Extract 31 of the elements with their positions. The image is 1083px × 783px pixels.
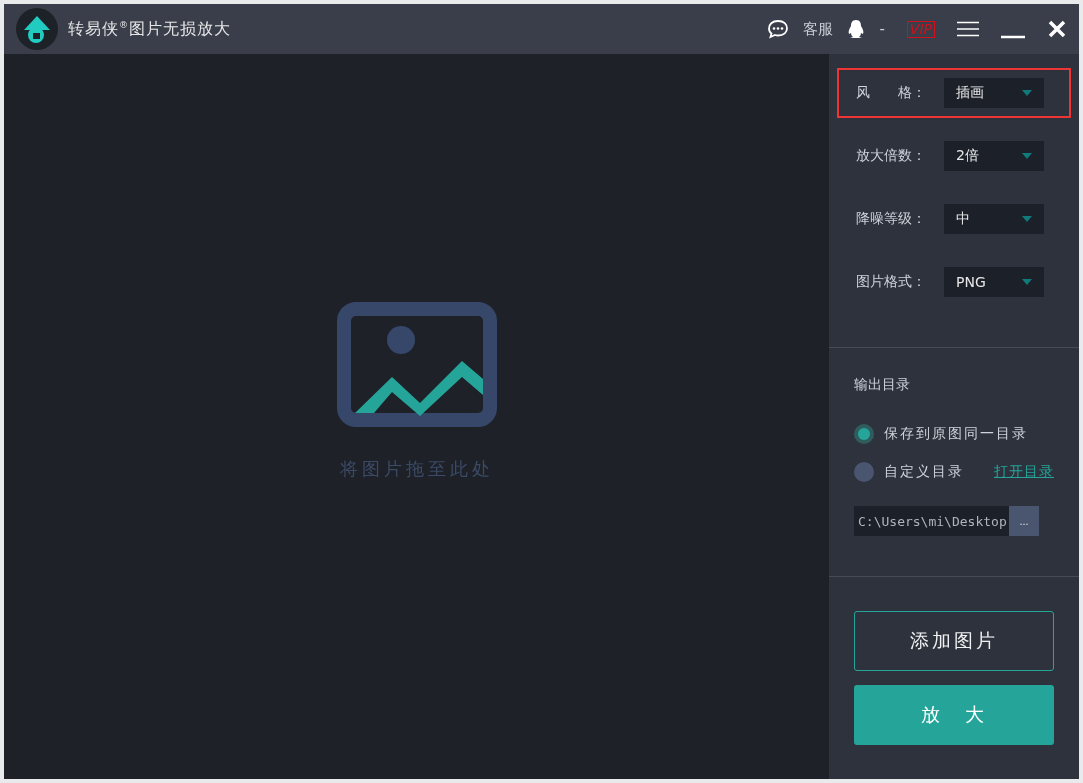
setting-label: 图片格式：	[856, 273, 927, 291]
dropdown[interactable]: 2倍	[944, 141, 1044, 171]
radio-button[interactable]	[854, 424, 874, 444]
account-label: -	[879, 20, 885, 38]
app-title: 转易侠$^{®}$图片无损放大	[68, 18, 231, 40]
setting-label: 风 格：	[856, 84, 927, 102]
add-image-button[interactable]: 添加图片	[854, 611, 1054, 671]
drop-hint: 将图片拖至此处	[339, 457, 494, 481]
menu-icon[interactable]	[957, 21, 979, 37]
setting-label: 降噪等级：	[856, 210, 927, 228]
caret-icon	[1022, 153, 1032, 159]
browse-button[interactable]: ...	[1009, 506, 1039, 536]
open-folder-link[interactable]: 打开目录	[994, 463, 1054, 481]
caret-icon	[1022, 279, 1032, 285]
penguin-icon[interactable]	[847, 19, 866, 39]
radio-button[interactable]	[854, 462, 874, 482]
option-label[interactable]: 保存到原图同一目录	[884, 425, 1028, 443]
dropdown[interactable]: 插画	[944, 78, 1044, 108]
chat-bubble-icon[interactable]	[767, 19, 790, 39]
setting-label: 放大倍数：	[856, 147, 927, 165]
path-field[interactable]: C:\Users\mi\Desktop	[854, 506, 1009, 536]
close-icon[interactable]	[1047, 19, 1067, 39]
option-label[interactable]: 自定义目录	[884, 463, 964, 481]
logo-icon	[16, 8, 58, 50]
output-heading: 输出目录	[854, 376, 911, 394]
caret-icon	[1022, 216, 1032, 222]
dropdown[interactable]: PNG	[944, 267, 1044, 297]
image-placeholder-icon[interactable]	[336, 302, 497, 427]
dropdown[interactable]: 中	[944, 204, 1044, 234]
caret-icon	[1022, 90, 1032, 96]
service-label[interactable]: 客服	[803, 19, 834, 39]
